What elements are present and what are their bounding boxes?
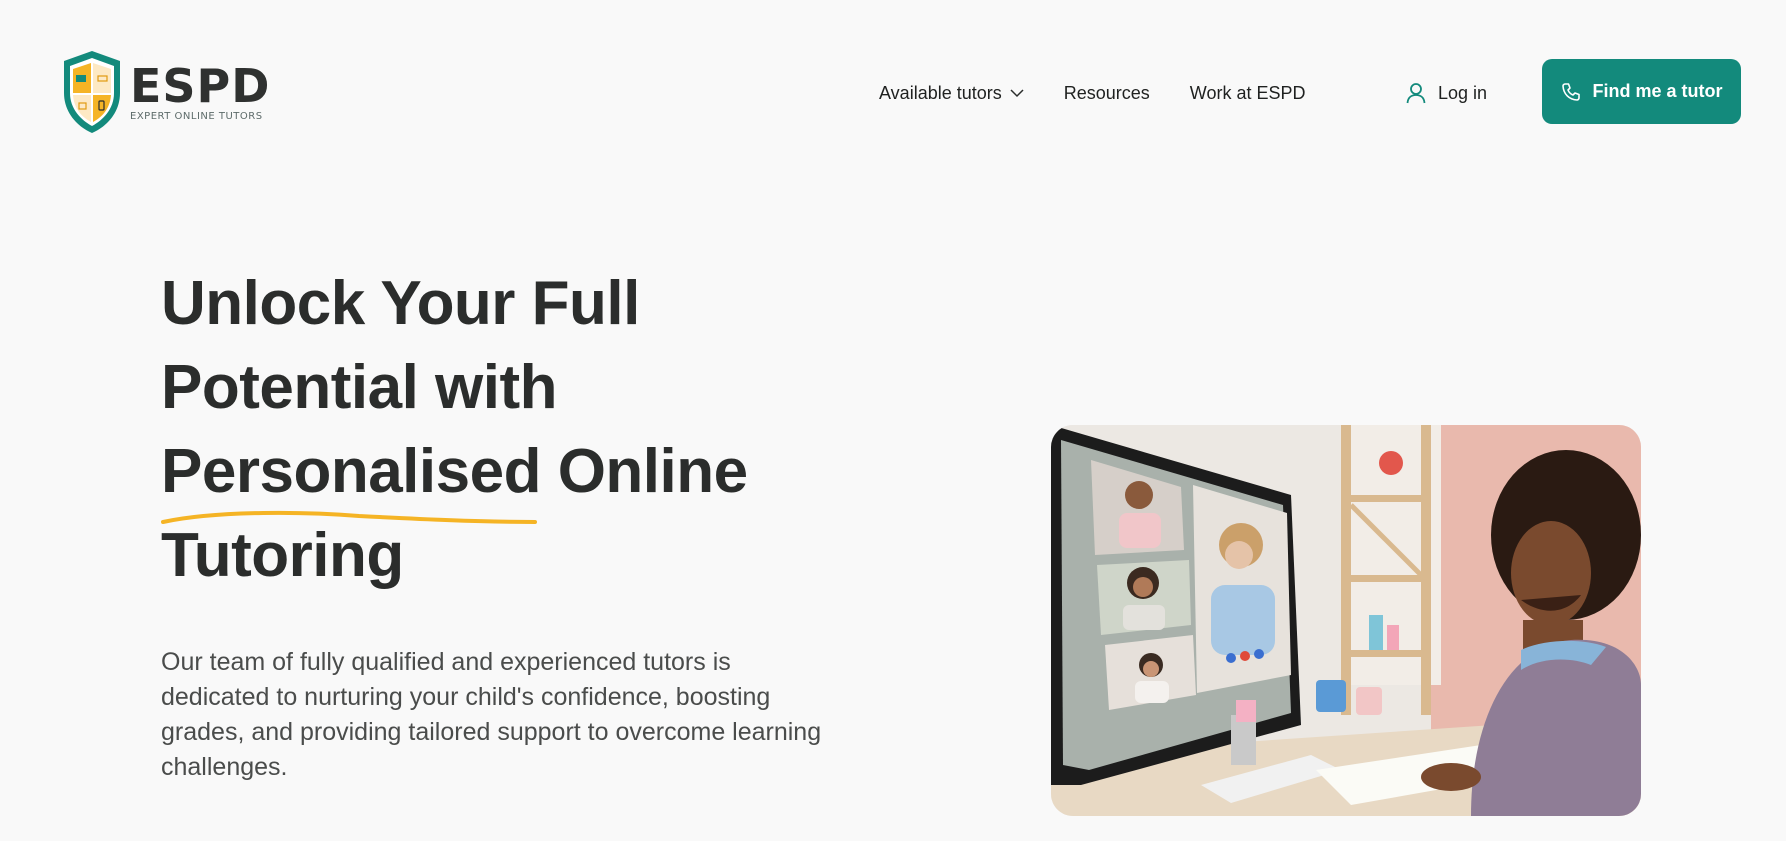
shield-logo-icon bbox=[64, 51, 120, 133]
hero-title-line-2: Potential with bbox=[161, 353, 558, 422]
find-tutor-label: Find me a tutor bbox=[1592, 81, 1723, 101]
photo-illustration bbox=[1051, 425, 1641, 816]
underline-swash-icon bbox=[161, 510, 537, 524]
login-link[interactable]: Log in bbox=[1406, 78, 1487, 108]
logo-link[interactable]: ESPD EXPERT ONLINE TUTORS bbox=[60, 48, 270, 136]
hero-title: Unlock Your Full Potential with Personal… bbox=[161, 262, 801, 598]
find-tutor-button[interactable]: Find me a tutor bbox=[1542, 59, 1741, 124]
site-header: ESPD EXPERT ONLINE TUTORS Available tuto… bbox=[0, 0, 1786, 185]
page: ESPD EXPERT ONLINE TUTORS Available tuto… bbox=[0, 0, 1786, 841]
nav-item-available-tutors[interactable]: Available tutors bbox=[879, 83, 1024, 104]
chevron-down-icon bbox=[1010, 89, 1024, 98]
highlighted-word-text: Personalised bbox=[161, 437, 541, 506]
login-label: Log in bbox=[1438, 82, 1488, 103]
hero-title-line-3-rest: Online bbox=[540, 437, 748, 506]
hero-title-line-3: Personalised Online bbox=[161, 430, 801, 524]
phone-icon bbox=[1561, 82, 1580, 101]
logo-tagline: EXPERT ONLINE TUTORS bbox=[130, 110, 263, 122]
nav-item-resources[interactable]: Resources bbox=[1064, 83, 1150, 104]
nav-item-label: Available tutors bbox=[879, 82, 1002, 103]
hero-description: Our team of fully qualified and experien… bbox=[161, 648, 822, 781]
highlighted-word: Personalised bbox=[161, 430, 541, 524]
user-icon bbox=[1406, 83, 1426, 104]
student-video-call-photo bbox=[1051, 425, 1641, 816]
logo-text: ESPD EXPERT ONLINE TUTORS bbox=[130, 63, 270, 122]
logo-wordmark: ESPD bbox=[130, 58, 271, 113]
main-nav: Available tutors Resources Work at ESPD bbox=[879, 78, 1306, 108]
nav-item-work-at-espd[interactable]: Work at ESPD bbox=[1190, 83, 1306, 104]
hero-title-line-1: Unlock Your Full bbox=[161, 269, 640, 338]
